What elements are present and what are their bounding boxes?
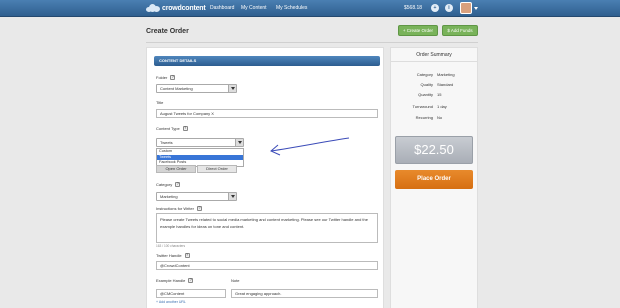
help-icon[interactable]: ? xyxy=(188,278,194,284)
order-summary-panel: Order Summary Category Marketing Quality… xyxy=(390,47,478,308)
help-icon[interactable]: ? xyxy=(175,182,181,188)
avatar[interactable] xyxy=(460,2,472,14)
order-price: $22.50 xyxy=(395,136,473,164)
annotation-arrow xyxy=(270,137,350,156)
nav-my-content[interactable]: My Content xyxy=(241,5,267,11)
header-divider xyxy=(146,42,478,43)
folder-select[interactable]: Content Marketing xyxy=(156,84,237,93)
folder-label: Folder? xyxy=(156,75,176,81)
summary-value-recurring: No xyxy=(437,115,443,120)
title-label: Title xyxy=(156,100,164,105)
info-icon[interactable]: i xyxy=(445,4,453,12)
character-count: 163 / 100 characters xyxy=(156,244,186,248)
chevron-down-icon xyxy=(235,139,243,146)
summary-value-turnaround: 1 day xyxy=(437,104,447,109)
twitter-handle-input[interactable]: @CrowdContent xyxy=(156,261,378,270)
note-input[interactable]: Great engaging approach. xyxy=(231,289,378,298)
category-label: Category? xyxy=(156,182,181,188)
help-icon[interactable]: ? xyxy=(184,253,190,259)
summary-key-turnaround: Turnaround xyxy=(412,104,433,109)
title-input[interactable]: August Tweets for Company X xyxy=(156,109,378,118)
section-header: CONTENT DETAILS xyxy=(154,56,380,66)
example-handle-label: Example Handle? xyxy=(156,278,194,284)
order-form-panel: CONTENT DETAILS Folder? Content Marketin… xyxy=(146,47,384,308)
direct-order-tab[interactable]: Direct Order xyxy=(197,165,237,173)
nav-dashboard[interactable]: Dashboard xyxy=(210,5,234,11)
account-balance[interactable]: $568.18 xyxy=(404,5,422,11)
create-order-button[interactable]: + Create Order xyxy=(398,25,438,36)
add-funds-button[interactable]: $ Add Funds xyxy=(442,25,478,36)
summary-key-recurring: Recurring xyxy=(415,115,433,120)
instructions-label: Instructions for Writer? xyxy=(156,206,202,212)
summary-title: Order Summary xyxy=(416,52,452,58)
add-url-link[interactable]: + Add another URL xyxy=(156,300,186,304)
chevron-down-icon xyxy=(228,193,236,200)
top-navbar: crowdcontent Dashboard My Content My Sch… xyxy=(0,0,620,17)
chevron-down-icon[interactable] xyxy=(474,7,478,10)
logo[interactable]: crowdcontent xyxy=(146,3,206,14)
example-handle-input[interactable]: @CMContent xyxy=(156,289,226,298)
summary-value-category: Marketing xyxy=(437,72,455,77)
summary-divider xyxy=(391,61,477,62)
twitter-handle-label: Twitter Handle? xyxy=(156,253,190,259)
category-select[interactable]: Marketing xyxy=(156,192,237,201)
content-type-label: Content Type? xyxy=(156,126,188,132)
summary-key-quality: Quality xyxy=(420,82,433,87)
page-title: Create Order xyxy=(146,28,189,35)
note-label: Note xyxy=(231,278,240,283)
instructions-textarea[interactable]: Please create Tweets related to social m… xyxy=(156,213,378,243)
logo-text: crowdcontent xyxy=(162,5,206,12)
open-order-tab[interactable]: Open Order xyxy=(156,165,196,173)
summary-value-quality: Standard xyxy=(437,82,454,87)
help-icon[interactable]: ? xyxy=(182,126,188,132)
cloud-icon xyxy=(146,4,160,13)
nav-my-schedules[interactable]: My Schedules xyxy=(276,5,307,11)
summary-key-quantity: Quantity xyxy=(418,92,433,97)
summary-value-quantity: 15 xyxy=(437,92,442,97)
chevron-down-icon xyxy=(228,85,236,92)
place-order-button[interactable]: Place Order xyxy=(395,170,473,189)
help-icon[interactable]: ? xyxy=(196,206,202,212)
help-icon[interactable]: ? xyxy=(170,75,176,81)
content-type-select[interactable]: Tweets xyxy=(156,138,244,147)
summary-key-category: Category xyxy=(416,72,433,77)
plus-icon[interactable]: + xyxy=(431,4,439,12)
